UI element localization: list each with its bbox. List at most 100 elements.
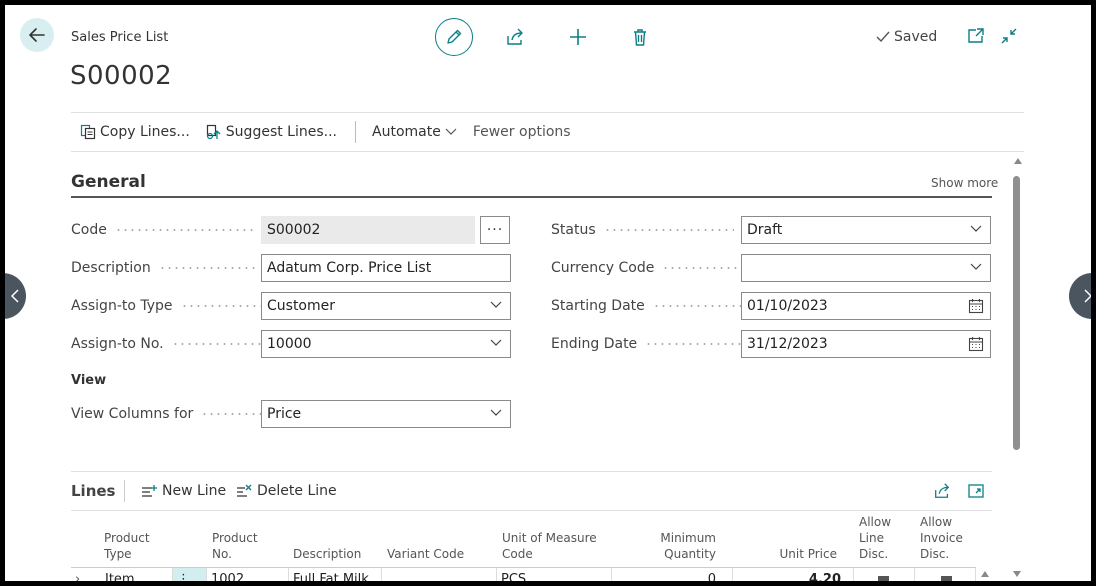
chevron-down-icon (490, 301, 502, 308)
saved-label: Saved (894, 29, 938, 45)
show-more-link[interactable]: Show more (931, 176, 998, 190)
cell-product-type[interactable]: Item (101, 568, 173, 581)
assign-to-no-label-text: Assign-to No. (71, 336, 164, 352)
grid-scroll-up-arrow[interactable] (981, 571, 989, 577)
new-line-icon (142, 485, 157, 497)
description-label: Description (71, 260, 259, 276)
row-actions-cell[interactable]: ⋮ (173, 568, 207, 581)
cell-description[interactable]: Full Fat Milk (289, 568, 382, 581)
calendar-icon[interactable] (968, 298, 984, 314)
copy-lines-action[interactable]: Copy Lines... (80, 124, 190, 140)
lines-separator (124, 480, 125, 502)
next-record-button[interactable] (1069, 273, 1091, 319)
chevron-down-icon (445, 128, 457, 135)
page-title: S00002 (70, 61, 173, 91)
ellipsis-icon: ··· (486, 222, 504, 238)
chevron-right-icon (1084, 289, 1091, 303)
cell-allow-line-disc[interactable] (854, 568, 915, 581)
sales-price-list-page: Sales Price List S00002 Saved Copy Lines… (5, 5, 1091, 581)
new-button[interactable] (566, 25, 590, 49)
column-header-product-no[interactable]: Product No. (212, 530, 258, 562)
header-line: Type (104, 547, 132, 561)
row-arrow-icon: › (75, 572, 81, 581)
ending-date-field[interactable]: 31/12/2023 (741, 330, 991, 358)
checkbox-checked-icon[interactable] (941, 576, 952, 581)
lines-expand-button[interactable] (967, 482, 985, 500)
cell-product-no[interactable]: 1002 (207, 568, 289, 581)
lines-share-button[interactable] (933, 482, 951, 500)
chevron-down-icon (490, 339, 502, 346)
suggest-lines-icon (206, 124, 221, 140)
ending-date-label: Ending Date (551, 336, 750, 352)
code-lookup-button[interactable]: ··· (480, 216, 510, 244)
status-value: Draft (747, 222, 783, 238)
row-menu-icon: ⋮ (177, 572, 190, 581)
column-header-allow-line-disc[interactable]: Allow Line Disc. (859, 514, 891, 562)
general-section-title[interactable]: General (71, 172, 146, 192)
status-select[interactable]: Draft (741, 216, 991, 244)
assign-to-type-label-text: Assign-to Type (71, 298, 173, 314)
suggest-lines-label: Suggest Lines... (225, 124, 337, 140)
description-label-text: Description (71, 260, 151, 276)
status-label: Status (551, 222, 734, 238)
chevron-down-icon (970, 263, 982, 270)
header-line: Product (104, 531, 150, 545)
edit-button[interactable] (435, 18, 473, 56)
cell-minimum-quantity[interactable]: 0 (612, 568, 733, 581)
automate-label: Automate (372, 124, 441, 140)
view-columns-for-value: Price (267, 406, 302, 422)
starting-date-field[interactable]: 01/10/2023 (741, 292, 991, 320)
arrow-left-icon (29, 28, 45, 42)
trash-icon (634, 29, 646, 46)
fewer-options-button[interactable]: Fewer options (473, 124, 571, 140)
delete-line-button[interactable]: Delete Line (236, 483, 337, 499)
scroll-down-arrow[interactable] (1013, 571, 1021, 577)
previous-record-button[interactable] (5, 273, 26, 319)
column-header-unit-price[interactable]: Unit Price (757, 546, 837, 562)
checkbox-checked-icon[interactable] (878, 576, 889, 581)
table-row[interactable]: › Item ⋮ 1002 Full Fat Milk PCS 0 4.20 (71, 567, 976, 581)
column-header-product-type[interactable]: Product Type (104, 530, 150, 562)
leader-dots (114, 229, 255, 231)
suggest-lines-action[interactable]: Suggest Lines... (206, 124, 337, 140)
calendar-icon[interactable] (968, 336, 984, 352)
assign-to-no-select[interactable]: 10000 (261, 330, 511, 358)
cell-allow-invoice-disc[interactable] (915, 568, 976, 581)
column-header-uom-code[interactable]: Unit of Measure Code (502, 530, 597, 562)
scrollbar-thumb[interactable] (1013, 176, 1020, 450)
new-line-button[interactable]: New Line (141, 483, 226, 499)
leader-dots (180, 305, 269, 307)
column-header-minimum-quantity[interactable]: Minimum Quantity (636, 530, 716, 562)
currency-code-select[interactable] (741, 254, 991, 282)
new-line-label: New Line (162, 483, 227, 499)
row-indicator[interactable]: › (71, 568, 101, 581)
leader-dots (645, 343, 750, 345)
divider (71, 151, 1024, 152)
cell-variant-code[interactable] (382, 568, 497, 581)
divider (71, 471, 992, 472)
collapse-button[interactable] (1000, 27, 1018, 45)
column-header-variant-code[interactable]: Variant Code (387, 546, 464, 562)
back-button[interactable] (20, 18, 54, 52)
description-value: Adatum Corp. Price List (267, 260, 432, 276)
assign-to-type-value: Customer (267, 298, 336, 314)
description-field[interactable]: Adatum Corp. Price List (261, 254, 511, 282)
page-caption: Sales Price List (71, 30, 169, 45)
chevron-down-icon (490, 409, 502, 416)
open-new-window-button[interactable] (967, 27, 985, 45)
delete-button[interactable] (628, 25, 652, 49)
scroll-up-arrow[interactable] (1014, 158, 1022, 164)
assign-to-type-select[interactable]: Customer (261, 292, 511, 320)
share-button[interactable] (503, 25, 527, 49)
currency-code-label: Currency Code (551, 260, 747, 276)
lines-section-title[interactable]: Lines (71, 482, 115, 500)
view-columns-for-select[interactable]: Price (261, 400, 511, 428)
automate-menu[interactable]: Automate (372, 124, 457, 140)
column-header-allow-invoice-disc[interactable]: Allow Invoice Disc. (920, 514, 963, 562)
copy-lines-label: Copy Lines... (100, 124, 190, 140)
code-label-text: Code (71, 222, 107, 238)
cell-uom-code[interactable]: PCS (497, 568, 612, 581)
code-field: S00002 (261, 216, 475, 244)
cell-unit-price[interactable]: 4.20 (733, 568, 854, 581)
column-header-description[interactable]: Description (293, 546, 361, 562)
